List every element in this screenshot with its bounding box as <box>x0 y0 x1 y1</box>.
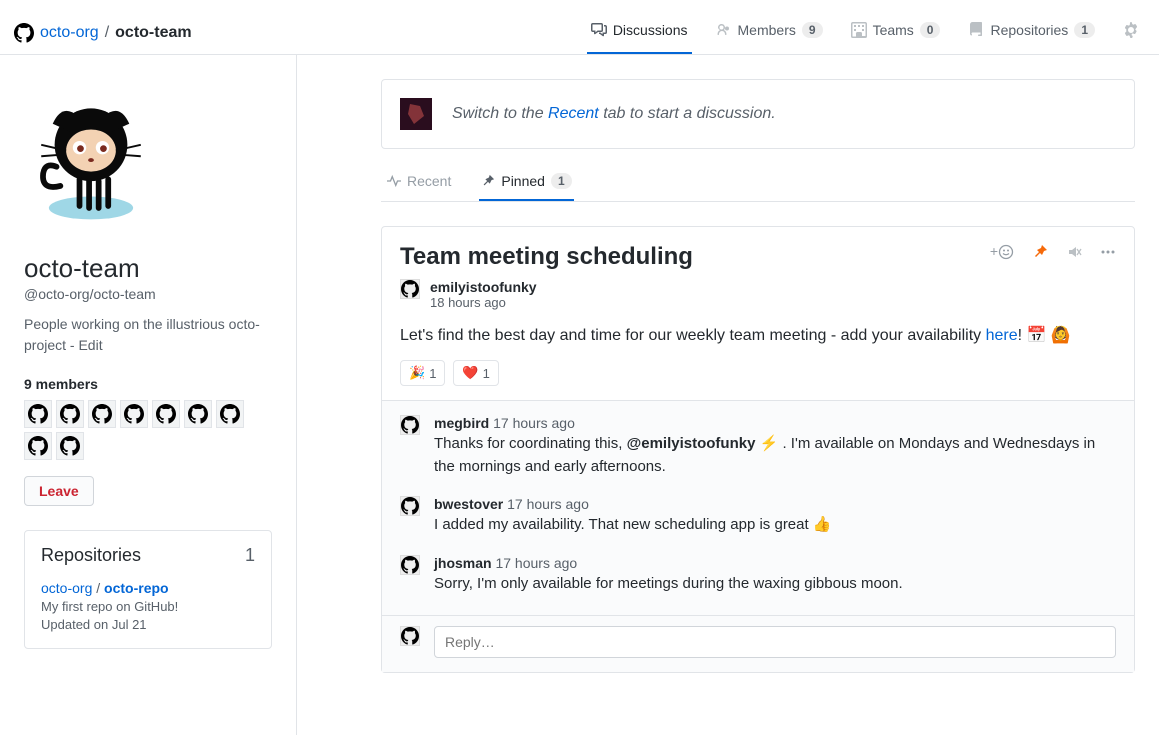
member-avatar[interactable] <box>152 400 180 428</box>
comment-time: 17 hours ago <box>493 415 575 431</box>
comment-time: 17 hours ago <box>495 555 577 571</box>
tab-label: Repositories <box>990 22 1068 38</box>
breadcrumb-team: octo-team <box>115 24 191 42</box>
sidebar: octo-team @octo-org/octo-team People wor… <box>0 55 297 735</box>
repositories-box: Repositories 1 octo-org / octo-repo My f… <box>24 530 272 649</box>
subtab-label: Pinned <box>501 173 545 189</box>
repo-link[interactable]: octo-org / octo-repo <box>41 580 255 596</box>
teams-count: 0 <box>920 22 941 38</box>
team-slug: @octo-org/octo-team <box>24 286 272 302</box>
member-avatar[interactable] <box>216 400 244 428</box>
start-discussion-banner: Switch to the Recent tab to start a disc… <box>381 79 1135 149</box>
tab-settings[interactable] <box>1119 12 1139 54</box>
reply-row <box>382 615 1134 672</box>
reaction-heart[interactable]: ❤️1 <box>453 360 498 386</box>
tab-label: Discussions <box>613 22 688 38</box>
repo-desc: My first repo on GitHub! <box>41 599 255 614</box>
comment-text: I added my availability. That new schedu… <box>434 514 1116 537</box>
breadcrumb: octo-org / octo-team <box>14 23 192 43</box>
repo-icon <box>968 22 984 38</box>
comment-author[interactable]: megbird <box>434 415 489 431</box>
comment-item: jhosman 17 hours ago Sorry, I'm only ava… <box>400 555 1116 596</box>
subtab-pinned[interactable]: Pinned 1 <box>479 163 573 201</box>
member-avatar[interactable] <box>24 432 52 460</box>
tab-discussions[interactable]: Discussions <box>587 12 692 54</box>
tab-members[interactable]: Members 9 <box>712 12 827 54</box>
post-author[interactable]: emilyistoofunky <box>430 279 537 295</box>
user-avatar <box>400 98 432 130</box>
repo-org[interactable]: octo-org <box>41 580 92 596</box>
subtab-recent[interactable]: Recent <box>385 163 453 201</box>
repo-updated: Updated on Jul 21 <box>41 617 255 632</box>
discussion-title: Team meeting scheduling <box>400 243 990 271</box>
member-avatar[interactable] <box>88 400 116 428</box>
nav-tabs: Discussions Members 9 Teams 0 Repositori… <box>587 12 1139 54</box>
subtab-label: Recent <box>407 173 451 189</box>
reactions: 🎉1 ❤️1 <box>382 360 1134 400</box>
comment-author[interactable]: jhosman <box>434 555 492 571</box>
post-body: Let's find the best day and time for our… <box>382 310 1134 360</box>
discussion-subtabs: Recent Pinned 1 <box>381 163 1135 202</box>
pinned-count: 1 <box>551 173 572 189</box>
banner-recent-link[interactable]: Recent <box>548 105 599 122</box>
member-avatar[interactable] <box>56 400 84 428</box>
octocat-avatar-icon <box>24 95 158 229</box>
mute-button[interactable] <box>1066 243 1082 260</box>
add-reaction-button[interactable]: + <box>990 243 1014 260</box>
comment-item: megbird 17 hours ago Thanks for coordina… <box>400 415 1116 478</box>
comment-item: bwestover 17 hours ago I added my availa… <box>400 496 1116 537</box>
team-name: octo-team <box>24 253 272 284</box>
post-time: 18 hours ago <box>430 295 537 310</box>
reply-input[interactable] <box>434 626 1116 658</box>
gear-icon <box>1123 22 1139 38</box>
team-description: People working on the illustrious octo-p… <box>24 314 272 356</box>
comments: megbird 17 hours ago Thanks for coordina… <box>382 400 1134 615</box>
members-count: 9 <box>802 22 823 38</box>
member-avatar[interactable] <box>56 432 84 460</box>
member-avatar[interactable] <box>24 400 52 428</box>
tab-repositories[interactable]: Repositories 1 <box>964 12 1099 54</box>
tab-teams[interactable]: Teams 0 <box>847 12 945 54</box>
pin-button[interactable] <box>1032 243 1048 260</box>
repo-name[interactable]: octo-repo <box>104 580 169 596</box>
pulse-icon <box>387 174 401 188</box>
breadcrumb-sep: / <box>105 24 109 42</box>
banner-text: Switch to the Recent tab to start a disc… <box>452 105 776 123</box>
comment-text: Thanks for coordinating this, @emilyisto… <box>434 433 1116 478</box>
org-avatar-icon <box>14 23 34 43</box>
comment-time: 17 hours ago <box>507 496 589 512</box>
comment-avatar[interactable] <box>400 415 420 435</box>
reaction-confetti[interactable]: 🎉1 <box>400 360 445 386</box>
current-user-avatar <box>400 626 420 646</box>
tab-label: Members <box>738 22 796 38</box>
member-avatar[interactable] <box>184 400 212 428</box>
team-avatar <box>24 95 158 229</box>
mention[interactable]: @emilyistoofunky <box>627 435 756 452</box>
people-icon <box>716 22 732 38</box>
member-avatars <box>24 400 272 460</box>
repositories-count: 1 <box>1074 22 1095 38</box>
discussion-card: Team meeting scheduling + emilyistoofunk… <box>381 226 1135 673</box>
organization-icon <box>851 22 867 38</box>
availability-link[interactable]: here <box>986 327 1018 344</box>
breadcrumb-org[interactable]: octo-org <box>40 24 99 42</box>
comment-text: Sorry, I'm only available for meetings d… <box>434 573 1116 596</box>
repos-count: 1 <box>245 545 255 566</box>
tab-label: Teams <box>873 22 914 38</box>
author-avatar[interactable] <box>400 279 420 299</box>
content: Switch to the Recent tab to start a disc… <box>297 55 1159 735</box>
discussion-actions: + <box>990 243 1116 260</box>
repos-heading: Repositories <box>41 545 141 566</box>
comment-avatar[interactable] <box>400 496 420 516</box>
pin-icon <box>481 174 495 188</box>
comment-avatar[interactable] <box>400 555 420 575</box>
members-heading: 9 members <box>24 376 272 392</box>
leave-button[interactable]: Leave <box>24 476 94 506</box>
top-nav: octo-org / octo-team Discussions Members… <box>0 0 1159 55</box>
kebab-menu-button[interactable] <box>1100 243 1116 260</box>
comment-author[interactable]: bwestover <box>434 496 503 512</box>
comment-discussion-icon <box>591 22 607 38</box>
post-meta: emilyistoofunky 18 hours ago <box>382 271 1134 310</box>
member-avatar[interactable] <box>120 400 148 428</box>
